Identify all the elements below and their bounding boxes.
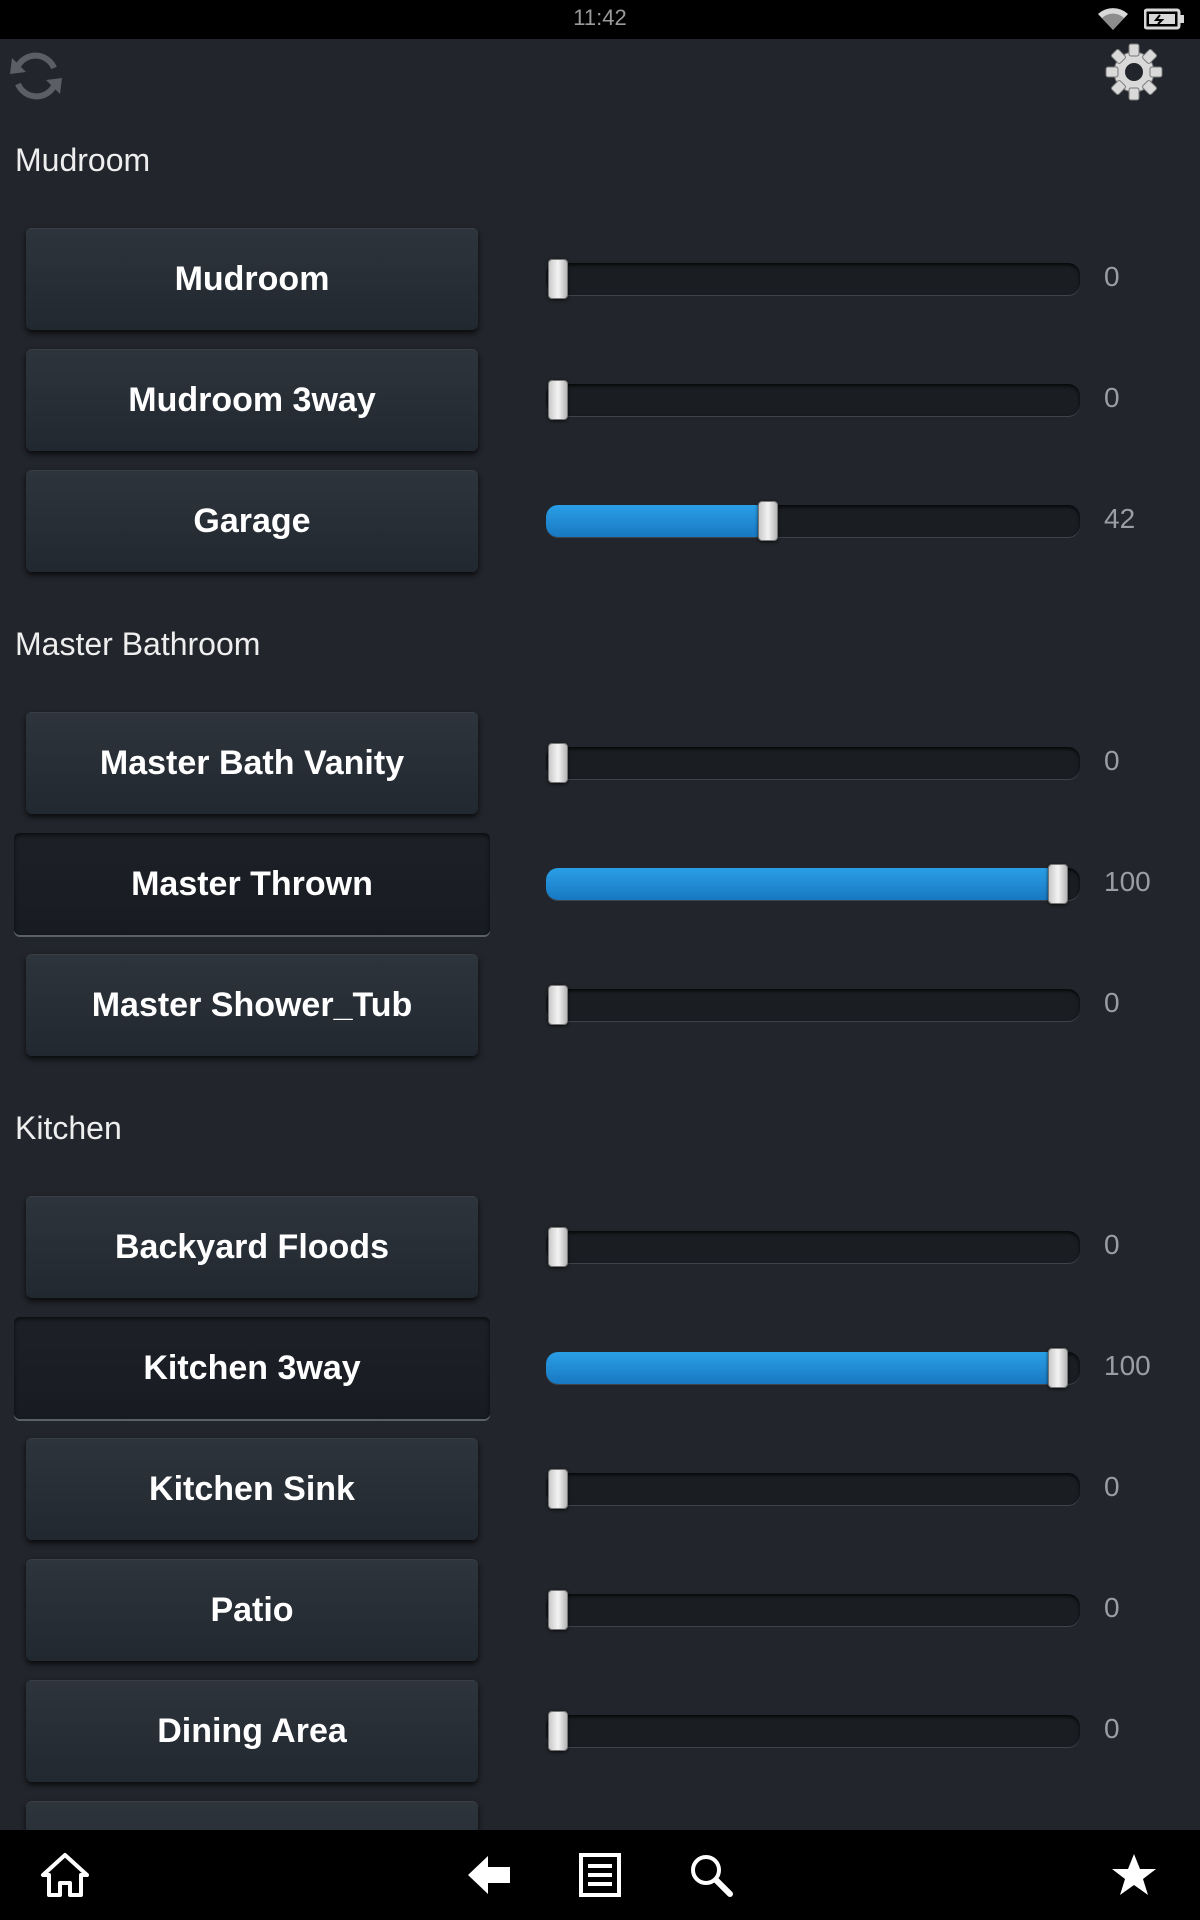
slider-thumb[interactable] [548,1590,568,1630]
slider-track [546,263,1080,295]
dimmer-slider[interactable] [546,501,1080,541]
dimmer-slider[interactable] [546,985,1080,1025]
slider-track [546,1715,1080,1747]
slider-thumb[interactable] [548,1469,568,1509]
slider-thumb[interactable] [1048,864,1068,904]
device-button-mudroom[interactable]: Mudroom [26,228,478,330]
level-value: 0 [1104,1713,1120,1744]
slider-track [546,384,1080,416]
level-value: 0 [1104,382,1120,413]
level-value: 0 [1104,987,1120,1018]
status-bar: 11:42 [0,0,1200,39]
dimmer-slider[interactable] [546,1711,1080,1751]
gear-icon[interactable] [1102,40,1166,104]
section-header-kitchen: Kitchen [15,1110,122,1146]
device-row: Kitchen Sink 0 [0,1433,1200,1545]
list-icon[interactable] [578,1852,622,1898]
status-time: 11:42 [573,5,627,30]
dimmer-slider[interactable] [546,743,1080,783]
device-button-mudroom-3way[interactable]: Mudroom 3way [26,349,478,451]
device-row: Mudroom 0 [0,223,1200,335]
slider-thumb[interactable] [548,743,568,783]
wifi-icon [1098,8,1128,30]
level-value: 100 [1104,1350,1151,1381]
slider-fill [546,505,768,537]
level-value: 0 [1104,261,1120,292]
device-row: Backyard Floods 0 [0,1191,1200,1303]
dimmer-slider[interactable] [546,1469,1080,1509]
section-header-master-bathroom: Master Bathroom [15,626,261,662]
dimmer-slider[interactable] [546,1227,1080,1267]
back-icon[interactable] [466,1852,514,1898]
battery-icon [1144,8,1184,30]
bottom-nav [0,1830,1200,1920]
device-row: Mudroom 3way 0 [0,344,1200,456]
slider-thumb[interactable] [548,985,568,1025]
device-list[interactable]: Mudroom Mudroom 0 Mudroom 3way 0 Garage … [0,108,1200,1830]
level-value: 0 [1104,1592,1120,1623]
device-button-garage[interactable]: Garage [26,470,478,572]
device-button-patio[interactable]: Patio [26,1559,478,1661]
slider-thumb[interactable] [548,1227,568,1267]
slider-fill [546,868,1058,900]
device-row: Master Shower_Tub 0 [0,949,1200,1061]
slider-track [546,989,1080,1021]
device-button-dining-area[interactable]: Dining Area [26,1680,478,1782]
device-button-kitchen-sink[interactable]: Kitchen Sink [26,1438,478,1540]
slider-fill [546,1352,1058,1384]
slider-track [546,1231,1080,1263]
slider-thumb[interactable] [548,380,568,420]
dimmer-slider[interactable] [546,864,1080,904]
star-icon[interactable] [1110,1852,1158,1898]
dimmer-slider[interactable] [546,1590,1080,1630]
device-button-partial[interactable] [26,1801,478,1830]
dimmer-slider[interactable] [546,380,1080,420]
slider-thumb[interactable] [758,501,778,541]
device-row: Patio 0 [0,1554,1200,1666]
device-row: Master Thrown 100 [0,828,1200,940]
slider-thumb[interactable] [548,259,568,299]
device-row-partial [0,1796,1200,1830]
level-value: 0 [1104,745,1120,776]
device-row: Garage 42 [0,465,1200,577]
device-button-kitchen-3way[interactable]: Kitchen 3way [14,1317,490,1419]
slider-track [546,1594,1080,1626]
search-icon[interactable] [688,1852,734,1898]
slider-thumb[interactable] [1048,1348,1068,1388]
slider-thumb[interactable] [548,1711,568,1751]
level-value: 42 [1104,503,1136,534]
device-button-backyard-floods[interactable]: Backyard Floods [26,1196,478,1298]
device-button-master-thrown[interactable]: Master Thrown [14,833,490,935]
level-value: 0 [1104,1229,1120,1260]
device-button-master-bath-vanity[interactable]: Master Bath Vanity [26,712,478,814]
refresh-icon[interactable] [6,46,66,106]
device-row: Kitchen 3way 100 [0,1312,1200,1424]
level-value: 100 [1104,866,1151,897]
section-header-mudroom: Mudroom [15,142,151,178]
level-value: 0 [1104,1471,1120,1502]
device-row: Master Bath Vanity 0 [0,707,1200,819]
dimmer-slider[interactable] [546,1348,1080,1388]
dimmer-slider[interactable] [546,259,1080,299]
device-row: Dining Area 0 [0,1675,1200,1787]
home-icon[interactable] [40,1852,90,1898]
slider-track [546,1473,1080,1505]
device-button-master-shower-tub[interactable]: Master Shower_Tub [26,954,478,1056]
slider-track [546,747,1080,779]
